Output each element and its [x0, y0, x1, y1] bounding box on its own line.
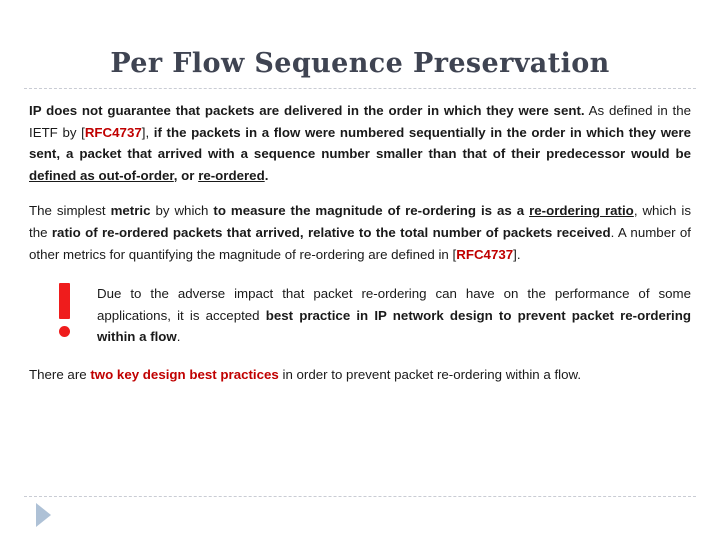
p2-metric-emphasis: metric [110, 203, 151, 219]
p2-seg1: The simplest [29, 203, 111, 219]
p2-seg3: by which [150, 203, 214, 219]
slide: Per Flow Sequence Preservation IP does n… [0, 0, 720, 540]
title-divider [24, 88, 696, 89]
p2-ratio-emphasis: ratio of re-ordered packets that arrived… [51, 224, 611, 240]
footer-divider [24, 496, 696, 497]
page-title: Per Flow Sequence Preservation [110, 48, 610, 79]
paragraph-1: IP does not guarantee that packets are d… [29, 100, 691, 186]
paragraph-3: There are two key design best practices … [29, 364, 691, 386]
p1-seg8: . [264, 167, 269, 183]
p3-two-key-practices-emphasis: two key design best practices [90, 366, 279, 382]
p1-seg3: ], [141, 124, 154, 140]
p2-seg4: to measure the magnitude of re-ordering … [213, 203, 530, 219]
p1-seg6: , or [173, 167, 199, 183]
p3-seg1: There are [29, 366, 91, 382]
play-triangle-icon[interactable] [36, 503, 51, 527]
p3-seg3: in order to prevent packet re-ordering w… [278, 366, 582, 382]
callout-seg3: . [176, 329, 181, 345]
p2-re-ordering-ratio-emphasis: re-ordering ratio [529, 203, 634, 219]
p2-seg9: ]. [513, 246, 521, 262]
paragraph-2: The simplest metric by which to measure … [29, 200, 691, 265]
exclamation-dot [59, 326, 70, 338]
rfc4737-reference-1: RFC4737 [84, 124, 142, 140]
p1-seg1: IP does not guarantee that packets are d… [29, 103, 585, 118]
p1-out-of-order-emphasis: defined as out-of-order [29, 167, 174, 183]
exclamation-mark-icon [53, 281, 77, 343]
best-practice-callout: Due to the adverse impact that packet re… [29, 283, 691, 348]
rfc4737-reference-2: RFC4737 [456, 246, 514, 262]
exclamation-stem [59, 283, 70, 320]
p1-re-ordered-emphasis: re-ordered [198, 167, 265, 183]
callout-text: Due to the adverse impact that packet re… [97, 283, 691, 348]
slide-body: IP does not guarantee that packets are d… [29, 100, 691, 386]
